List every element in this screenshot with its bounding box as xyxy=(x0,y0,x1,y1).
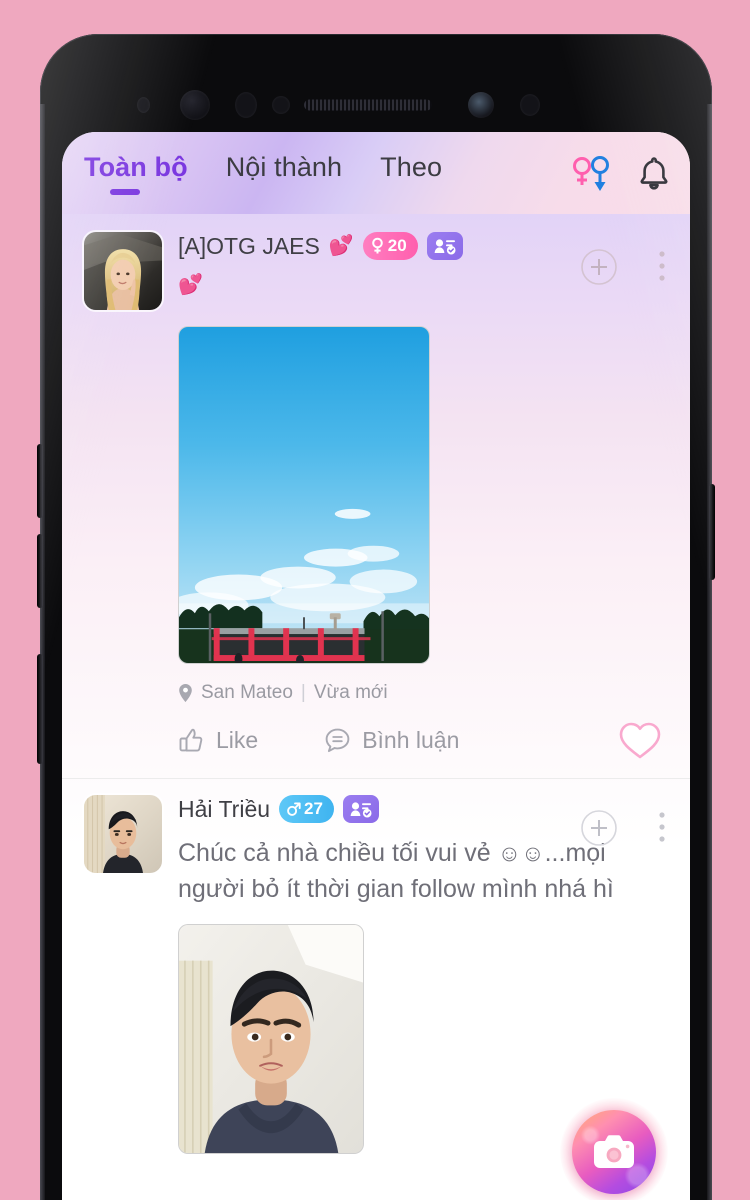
tab-noi-thanh-label: Nội thành xyxy=(225,151,343,182)
proximity-sensor-icon xyxy=(137,97,150,113)
age-gender-badge: 27 xyxy=(279,795,334,823)
tab-toan-bo[interactable]: Toàn bộ xyxy=(84,152,188,195)
age-value: 27 xyxy=(304,799,323,818)
camera-icon xyxy=(594,1135,634,1168)
tab-theo[interactable]: Theo xyxy=(380,152,442,195)
verified-contact-icon xyxy=(342,795,379,823)
post-time: Vừa mới xyxy=(313,682,388,703)
post-caption-emoji: ☺☺ xyxy=(497,840,545,866)
post-location: San Mateo xyxy=(201,682,293,703)
phone-bezel-left xyxy=(40,104,45,1200)
name-emoji: 💕 xyxy=(328,235,354,257)
like-button[interactable]: Like xyxy=(178,727,258,754)
post-image[interactable] xyxy=(178,326,430,664)
age-value: 20 xyxy=(387,236,407,255)
post-author-name[interactable]: [A]OTG JAES xyxy=(178,233,320,260)
post-more-menu[interactable] xyxy=(658,809,666,852)
post-image[interactable] xyxy=(178,923,364,1154)
follow-button[interactable] xyxy=(580,809,618,852)
phone-bezel-right xyxy=(707,104,712,1200)
age-gender-badge: 20 xyxy=(362,232,418,260)
male-symbol-icon xyxy=(287,802,301,816)
comment-label: Bình luận xyxy=(362,726,460,753)
earpiece-speaker-icon xyxy=(304,99,432,111)
post-header: [A]OTG JAES 💕 20 💕 xyxy=(82,230,670,312)
feed-post: Hải Triều 27 Chúc cả nhà chiều tối vui v… xyxy=(62,779,690,1154)
tab-active-underline xyxy=(110,188,140,195)
led-indicator-icon xyxy=(272,96,290,114)
app-header: Toàn bộ Nội thành Theo xyxy=(62,132,690,214)
light-sensor-icon xyxy=(235,92,257,118)
comment-button[interactable]: Bình luận xyxy=(324,727,459,754)
notification-bell-icon[interactable] xyxy=(636,154,672,192)
female-symbol-icon xyxy=(371,237,383,254)
tab-bar: Toàn bộ Nội thành Theo xyxy=(84,152,570,195)
feed-post: [A]OTG JAES 💕 20 💕 San Mateo | Vừa mới L… xyxy=(62,214,690,778)
post-header: Hải Triều 27 Chúc cả nhà chiều tối vui v… xyxy=(82,793,670,908)
follow-button[interactable] xyxy=(580,248,618,291)
location-pin-icon xyxy=(178,683,193,703)
avatar[interactable] xyxy=(82,793,164,875)
camera-fab[interactable] xyxy=(560,1098,668,1200)
assistant-button[interactable] xyxy=(37,654,43,764)
camera-fab-core xyxy=(572,1110,656,1194)
phone-frame: Toàn bộ Nội thành Theo [A]OTG JAES 💕 20 … xyxy=(37,34,715,1200)
favorite-button[interactable] xyxy=(616,718,670,762)
gender-filter-icon[interactable] xyxy=(570,153,614,193)
post-author-name[interactable]: Hải Triều xyxy=(178,796,270,823)
header-actions xyxy=(570,153,672,193)
post-feed[interactable]: [A]OTG JAES 💕 20 💕 San Mateo | Vừa mới L… xyxy=(62,214,690,1200)
post-more-menu[interactable] xyxy=(658,248,666,291)
avatar[interactable] xyxy=(82,230,164,312)
post-action-bar: Like Bình luận xyxy=(178,718,670,778)
tab-toan-bo-label: Toàn bộ xyxy=(84,151,188,182)
post-meta: San Mateo | Vừa mới xyxy=(178,682,670,704)
comment-bubble-icon xyxy=(325,728,350,752)
thumbs-up-icon xyxy=(179,728,203,752)
front-camera-icon xyxy=(468,92,494,118)
secondary-sensor-icon xyxy=(520,94,540,116)
phone-screen: Toàn bộ Nội thành Theo [A]OTG JAES 💕 20 … xyxy=(62,132,690,1200)
tab-noi-thanh[interactable]: Nội thành xyxy=(226,152,342,195)
verified-contact-icon xyxy=(426,232,463,260)
heart-outline-icon xyxy=(619,722,661,759)
power-button[interactable] xyxy=(709,484,715,580)
like-label: Like xyxy=(216,726,259,753)
phone-sensor-strip xyxy=(40,82,712,128)
tab-theo-label: Theo xyxy=(380,151,443,182)
meta-separator: | xyxy=(300,682,306,703)
iris-scanner-icon xyxy=(180,90,210,120)
post-caption-text-1: Chúc cả nhà chiều tối vui vẻ xyxy=(178,839,498,867)
volume-up-button[interactable] xyxy=(37,444,43,518)
volume-down-button[interactable] xyxy=(37,534,43,608)
